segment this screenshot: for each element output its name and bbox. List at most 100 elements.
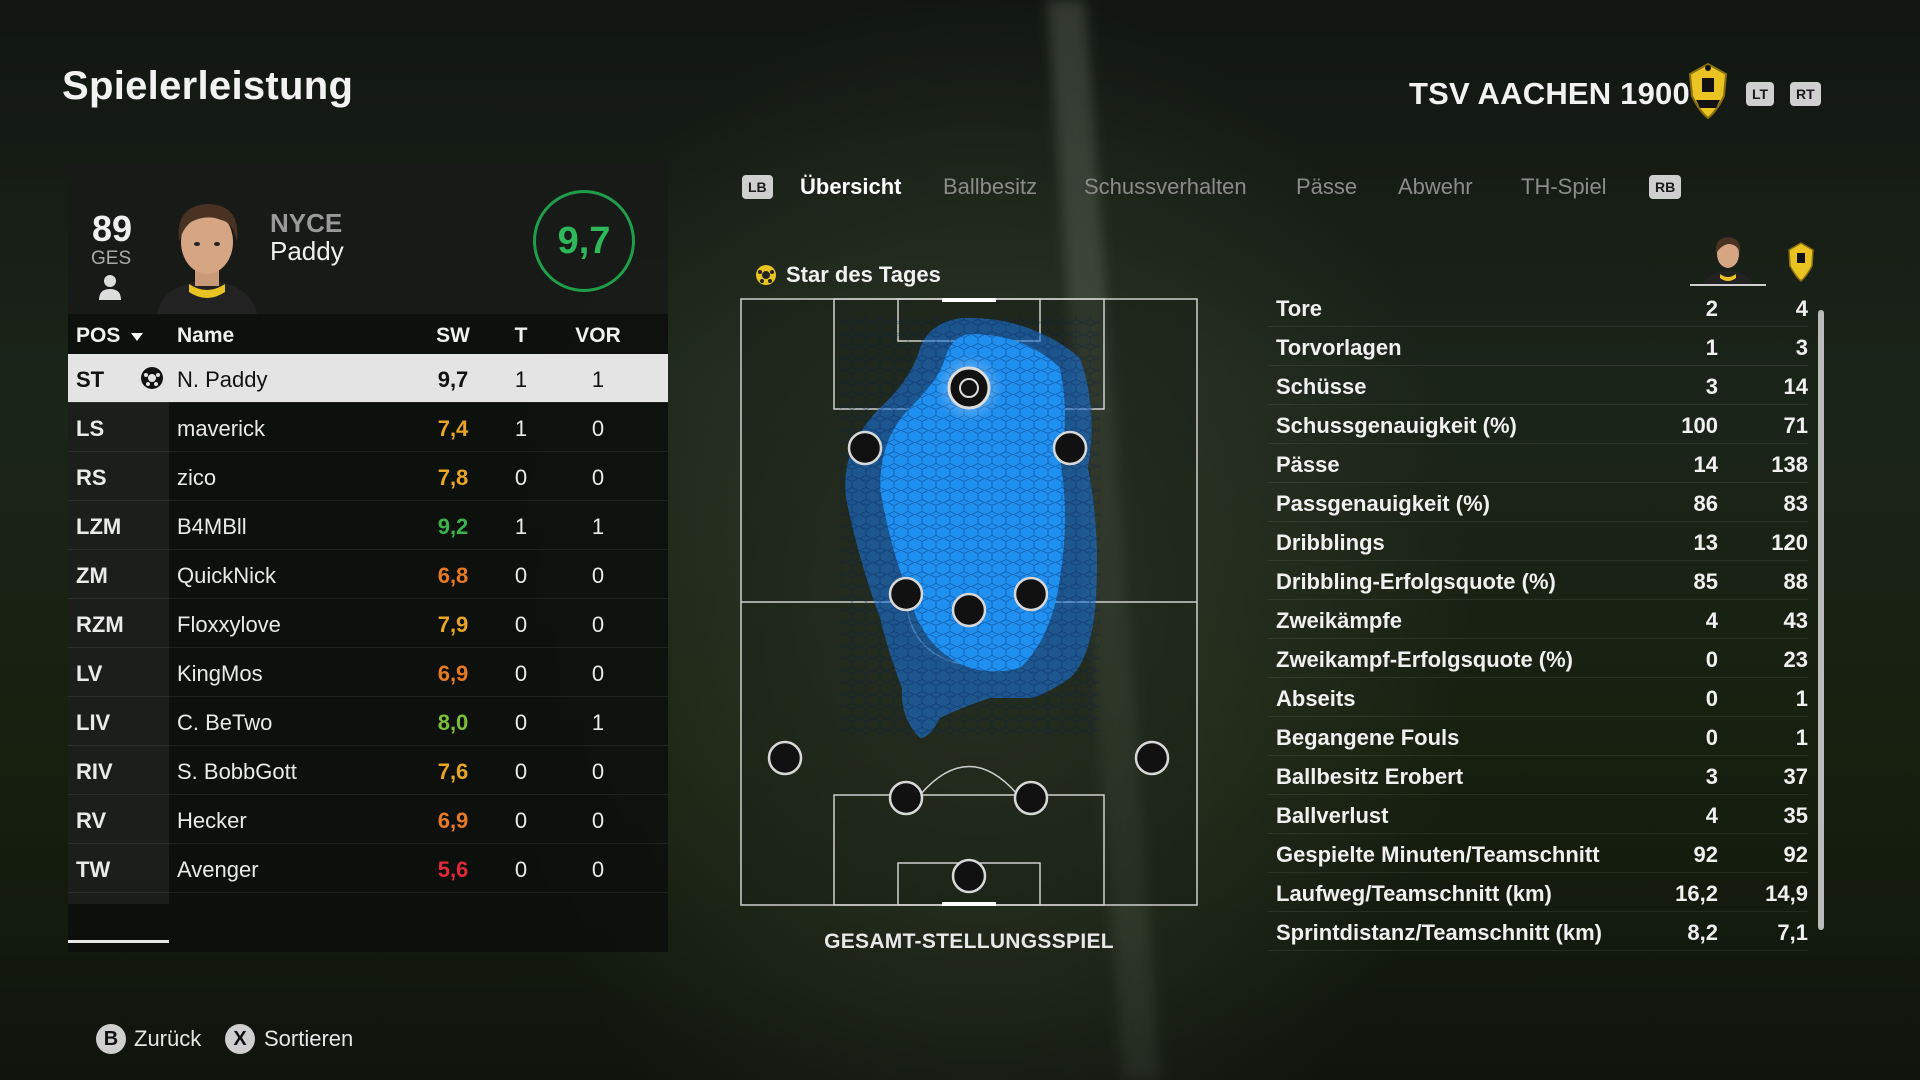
stat-player-value: 13 bbox=[1693, 530, 1718, 555]
row-goals: 1 bbox=[514, 416, 528, 441]
stat-row: Tore 2 4 bbox=[1268, 288, 1808, 327]
row-player-name: C. BeTwo bbox=[177, 710, 273, 735]
header-sw[interactable]: SW bbox=[428, 324, 478, 348]
lt-button[interactable]: LT bbox=[1746, 82, 1775, 106]
stat-row: Torvorlagen 1 3 bbox=[1268, 327, 1808, 366]
player-name: Paddy bbox=[270, 236, 344, 266]
header-t[interactable]: T bbox=[506, 324, 536, 348]
row-player-name: Hecker bbox=[177, 808, 247, 833]
stat-team-value: 14 bbox=[1783, 374, 1808, 399]
table-row[interactable]: RS zico 7,8 0 0 bbox=[68, 452, 668, 500]
back-button-label[interactable]: Zurück bbox=[134, 1026, 201, 1052]
row-goals: 0 bbox=[514, 612, 528, 637]
table-row[interactable]: RZM Floxxylove 7,9 0 0 bbox=[68, 599, 668, 647]
row-position: RZM bbox=[76, 612, 124, 637]
row-assists: 1 bbox=[591, 367, 605, 392]
table-row[interactable]: ZM QuickNick 6,8 0 0 bbox=[68, 550, 668, 598]
header-name[interactable]: Name bbox=[177, 324, 234, 348]
stat-row: Zweikämpfe 4 43 bbox=[1268, 600, 1808, 639]
stat-label: Gespielte Minuten/Teamschnitt bbox=[1276, 842, 1600, 867]
row-goals: 0 bbox=[514, 465, 528, 490]
stat-label: Dribbling-Erfolgsquote (%) bbox=[1276, 569, 1556, 594]
stat-player-value: 0 bbox=[1705, 725, 1718, 750]
row-goals: 0 bbox=[514, 661, 528, 686]
row-position: RIV bbox=[76, 759, 113, 784]
stat-player-value: 3 bbox=[1705, 764, 1718, 789]
stat-label: Dribblings bbox=[1276, 530, 1385, 555]
overall-label: GES bbox=[91, 248, 132, 269]
rt-button[interactable]: RT bbox=[1790, 82, 1821, 106]
stat-row: Dribblings 13 120 bbox=[1268, 522, 1808, 561]
stat-team-value: 7,1 bbox=[1777, 920, 1808, 945]
stat-team-value: 1 bbox=[1795, 686, 1808, 711]
stat-team-value: 120 bbox=[1771, 530, 1808, 555]
stat-player-value: 100 bbox=[1681, 413, 1718, 438]
stat-player-value: 86 bbox=[1693, 491, 1718, 516]
tab-ballbesitz[interactable]: Ballbesitz bbox=[943, 174, 1037, 200]
stat-team-value: 23 bbox=[1783, 647, 1808, 672]
row-player-name: Avenger bbox=[177, 857, 259, 882]
tab-th-spiel[interactable]: TH-Spiel bbox=[1521, 174, 1607, 200]
table-row[interactable]: LS maverick 7,4 1 0 bbox=[68, 403, 668, 451]
stat-label: Abseits bbox=[1276, 686, 1356, 711]
row-goals: 0 bbox=[514, 759, 528, 784]
stat-team-value: 83 bbox=[1783, 491, 1808, 516]
row-player-name: Floxxylove bbox=[177, 612, 281, 637]
stat-label: Schussgenauigkeit (%) bbox=[1276, 413, 1517, 438]
stats-scrollbar[interactable] bbox=[1818, 310, 1824, 930]
stat-row: Passgenauigkeit (%) 86 83 bbox=[1268, 483, 1808, 522]
stat-player-value: 14 bbox=[1693, 452, 1718, 477]
tab-abwehr[interactable]: Abwehr bbox=[1398, 174, 1473, 200]
player-list-panel: 89 GES NYCE Paddy 9,7 POS Name SW T VOR bbox=[68, 162, 668, 952]
row-position: ZM bbox=[76, 563, 108, 588]
stat-row: Ballverlust 4 35 bbox=[1268, 795, 1808, 834]
stat-team-value: 4 bbox=[1795, 296, 1808, 321]
stats-team-crest-icon bbox=[1788, 242, 1814, 282]
stat-label: Laufweg/Teamschnitt (km) bbox=[1276, 881, 1552, 906]
table-row[interactable]: RV Hecker 6,9 0 0 bbox=[68, 795, 668, 843]
row-position: LIV bbox=[76, 710, 111, 735]
match-rating-value: 9,7 bbox=[557, 219, 611, 262]
back-button-icon[interactable]: B bbox=[96, 1024, 126, 1054]
header-vor[interactable]: VOR bbox=[568, 324, 628, 348]
stat-label: Pässe bbox=[1276, 452, 1340, 477]
table-row[interactable]: RIV S. BobbGott 7,6 0 0 bbox=[68, 746, 668, 794]
lb-button[interactable]: LB bbox=[742, 175, 773, 199]
player-card: 89 GES NYCE Paddy 9,7 bbox=[68, 162, 668, 314]
rb-button[interactable]: RB bbox=[1649, 175, 1682, 199]
stat-team-value: 1 bbox=[1795, 725, 1808, 750]
stat-row: Dribbling-Erfolgsquote (%) 85 88 bbox=[1268, 561, 1808, 600]
stat-row: Schüsse 3 14 bbox=[1268, 366, 1808, 405]
stat-team-value: 43 bbox=[1783, 608, 1808, 633]
row-player-name: KingMos bbox=[177, 661, 263, 686]
stat-row: Schussgenauigkeit (%) 100 71 bbox=[1268, 405, 1808, 444]
table-row[interactable]: TW Avenger 5,6 0 0 bbox=[68, 844, 668, 892]
row-rating: 6,9 bbox=[437, 808, 469, 833]
header-pos[interactable]: POS bbox=[76, 324, 144, 348]
sort-button-label[interactable]: Sortieren bbox=[264, 1026, 353, 1052]
stat-player-value: 0 bbox=[1705, 686, 1718, 711]
row-position: ST bbox=[76, 367, 105, 392]
row-player-name: QuickNick bbox=[177, 563, 277, 588]
stat-row: Begangene Fouls 0 1 bbox=[1268, 717, 1808, 756]
row-rating: 7,6 bbox=[437, 759, 469, 784]
person-icon bbox=[99, 275, 121, 300]
row-assists: 0 bbox=[591, 416, 605, 441]
stat-team-value: 71 bbox=[1783, 413, 1808, 438]
player-gamer-tag: NYCE bbox=[270, 208, 343, 238]
tab-schussverhalten[interactable]: Schussverhalten bbox=[1084, 174, 1247, 200]
sort-button-icon[interactable]: X bbox=[225, 1024, 255, 1054]
row-goals: 1 bbox=[514, 367, 528, 392]
stat-label: Tore bbox=[1276, 296, 1323, 321]
table-row[interactable]: ST N. Paddy 9,7 1 1 bbox=[68, 354, 668, 402]
table-row[interactable]: LIV C. BeTwo 8,0 0 1 bbox=[68, 697, 668, 745]
overall-rating: 89 bbox=[92, 208, 133, 249]
table-row[interactable]: LZM B4MBll 9,2 1 1 bbox=[68, 501, 668, 549]
table-row[interactable]: LV KingMos 6,9 0 0 bbox=[68, 648, 668, 696]
row-rating: 7,9 bbox=[437, 612, 469, 637]
match-rating: 9,7 bbox=[533, 190, 635, 292]
tab-uebersicht[interactable]: Übersicht bbox=[800, 174, 901, 200]
tab-paesse[interactable]: Pässe bbox=[1296, 174, 1357, 200]
stat-team-value: 92 bbox=[1783, 842, 1808, 867]
table-header: POS Name SW T VOR bbox=[68, 314, 668, 354]
